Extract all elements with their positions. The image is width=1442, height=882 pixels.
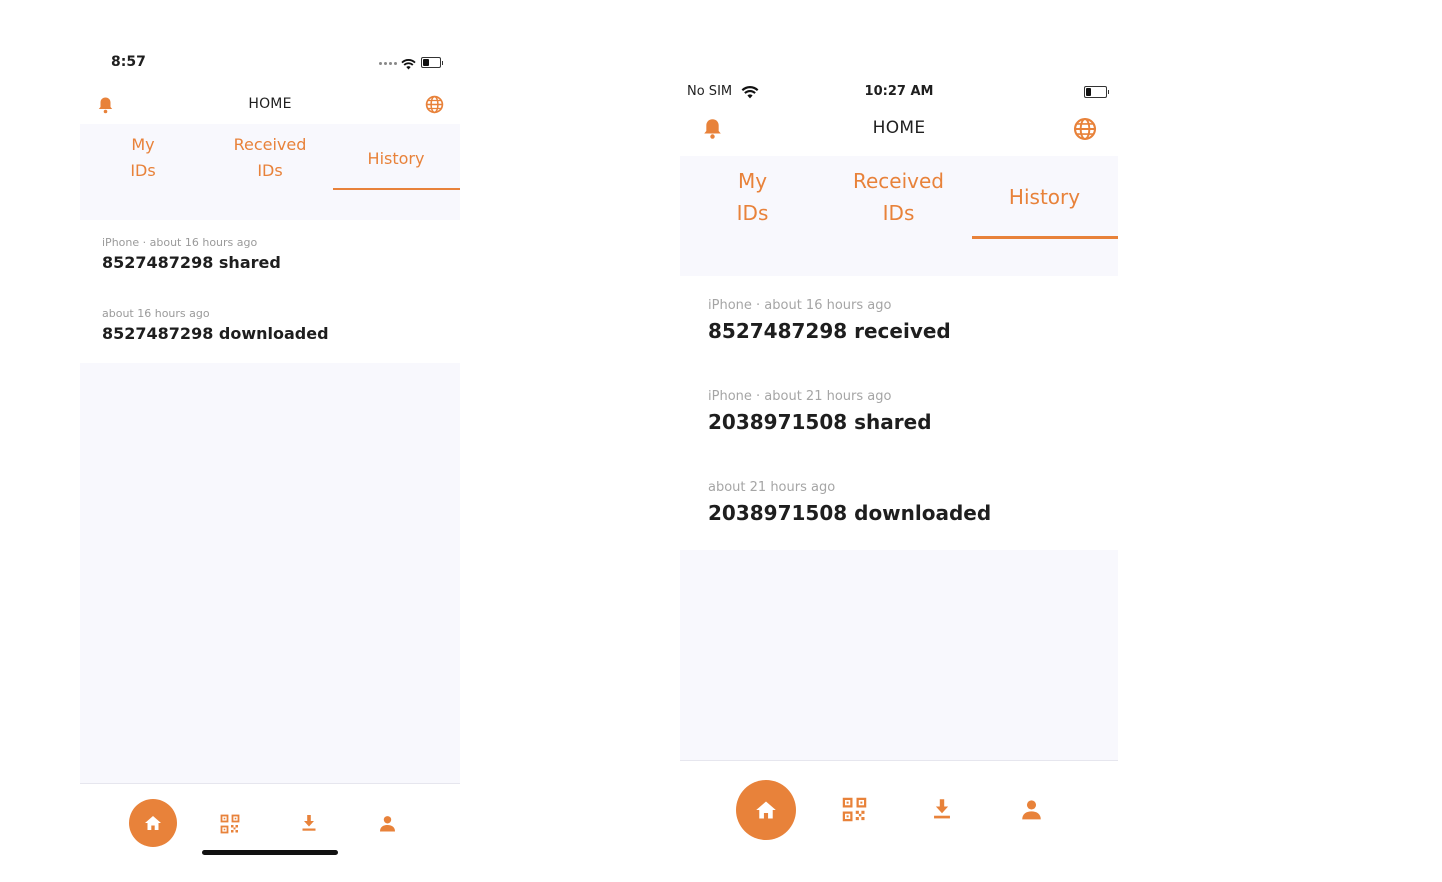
qr-code-icon[interactable]	[220, 814, 240, 838]
history-meta: iPhone · about 16 hours ago	[708, 298, 892, 313]
globe-icon[interactable]	[425, 95, 444, 118]
home-indicator	[202, 850, 338, 855]
phone-screen-right: No SIM 10:27 AM HOME My IDs Received IDs…	[680, 0, 1118, 882]
user-icon[interactable]	[379, 815, 396, 836]
history-text: 2038971508 shared	[708, 410, 932, 434]
history-meta: iPhone · about 16 hours ago	[102, 236, 258, 249]
phone-screen-left: 8:57 HOME My IDs Received IDs History iP…	[80, 0, 460, 882]
page-title: HOME	[248, 96, 292, 112]
list-item[interactable]: about 16 hours ago 8527487298 downloaded	[102, 307, 329, 343]
bottom-nav	[80, 784, 460, 882]
history-text: 8527487298 received	[708, 319, 951, 343]
app-header: HOME	[80, 86, 460, 124]
status-time: 10:27 AM	[864, 84, 934, 99]
nav-home-button[interactable]	[736, 780, 796, 840]
tab-received-ids[interactable]: Received IDs	[207, 132, 333, 198]
active-tab-indicator	[972, 236, 1118, 239]
tab-bar: My IDs Received IDs History	[680, 156, 1118, 276]
tab-history[interactable]: History	[333, 146, 459, 212]
empty-area	[680, 550, 1118, 760]
globe-icon[interactable]	[1073, 117, 1097, 145]
history-text: 8527487298 downloaded	[102, 324, 329, 343]
history-list: iPhone · about 16 hours ago 8527487298 r…	[680, 276, 1118, 550]
history-list: iPhone · about 16 hours ago 8527487298 s…	[80, 220, 460, 363]
history-meta: about 21 hours ago	[708, 480, 836, 495]
tab-received-ids[interactable]: Received IDs	[826, 165, 971, 229]
cellular-signal-icon	[379, 62, 397, 65]
user-icon[interactable]	[1021, 799, 1042, 824]
download-icon[interactable]	[301, 814, 317, 836]
tab-history[interactable]: History	[972, 181, 1117, 213]
qr-code-icon[interactable]	[842, 797, 867, 826]
page-title: HOME	[872, 118, 926, 138]
list-item[interactable]: about 21 hours ago 2038971508 downloaded	[708, 480, 991, 525]
tab-my-ids[interactable]: My IDs	[80, 132, 206, 198]
home-icon	[145, 816, 161, 830]
tab-bar: My IDs Received IDs History	[80, 124, 460, 220]
battery-icon	[1084, 86, 1109, 98]
history-text: 2038971508 downloaded	[708, 501, 992, 525]
download-icon[interactable]	[932, 798, 952, 824]
history-meta: iPhone · about 21 hours ago	[708, 389, 892, 404]
empty-area	[80, 363, 460, 783]
history-text: 8527487298 shared	[102, 253, 281, 272]
list-item[interactable]: iPhone · about 16 hours ago 8527487298 s…	[102, 236, 281, 272]
home-icon	[756, 801, 776, 819]
list-item[interactable]: iPhone · about 16 hours ago 8527487298 r…	[708, 298, 951, 343]
active-tab-indicator	[333, 188, 460, 190]
nav-home-button[interactable]	[129, 799, 177, 847]
status-bar: 8:57	[80, 0, 460, 80]
tab-my-ids[interactable]: My IDs	[680, 165, 825, 229]
list-item[interactable]: iPhone · about 21 hours ago 2038971508 s…	[708, 389, 932, 434]
battery-icon	[421, 57, 443, 68]
wifi-icon	[401, 55, 416, 74]
history-meta: about 16 hours ago	[102, 307, 210, 320]
status-time: 8:57	[111, 54, 146, 70]
bottom-nav	[680, 761, 1118, 882]
